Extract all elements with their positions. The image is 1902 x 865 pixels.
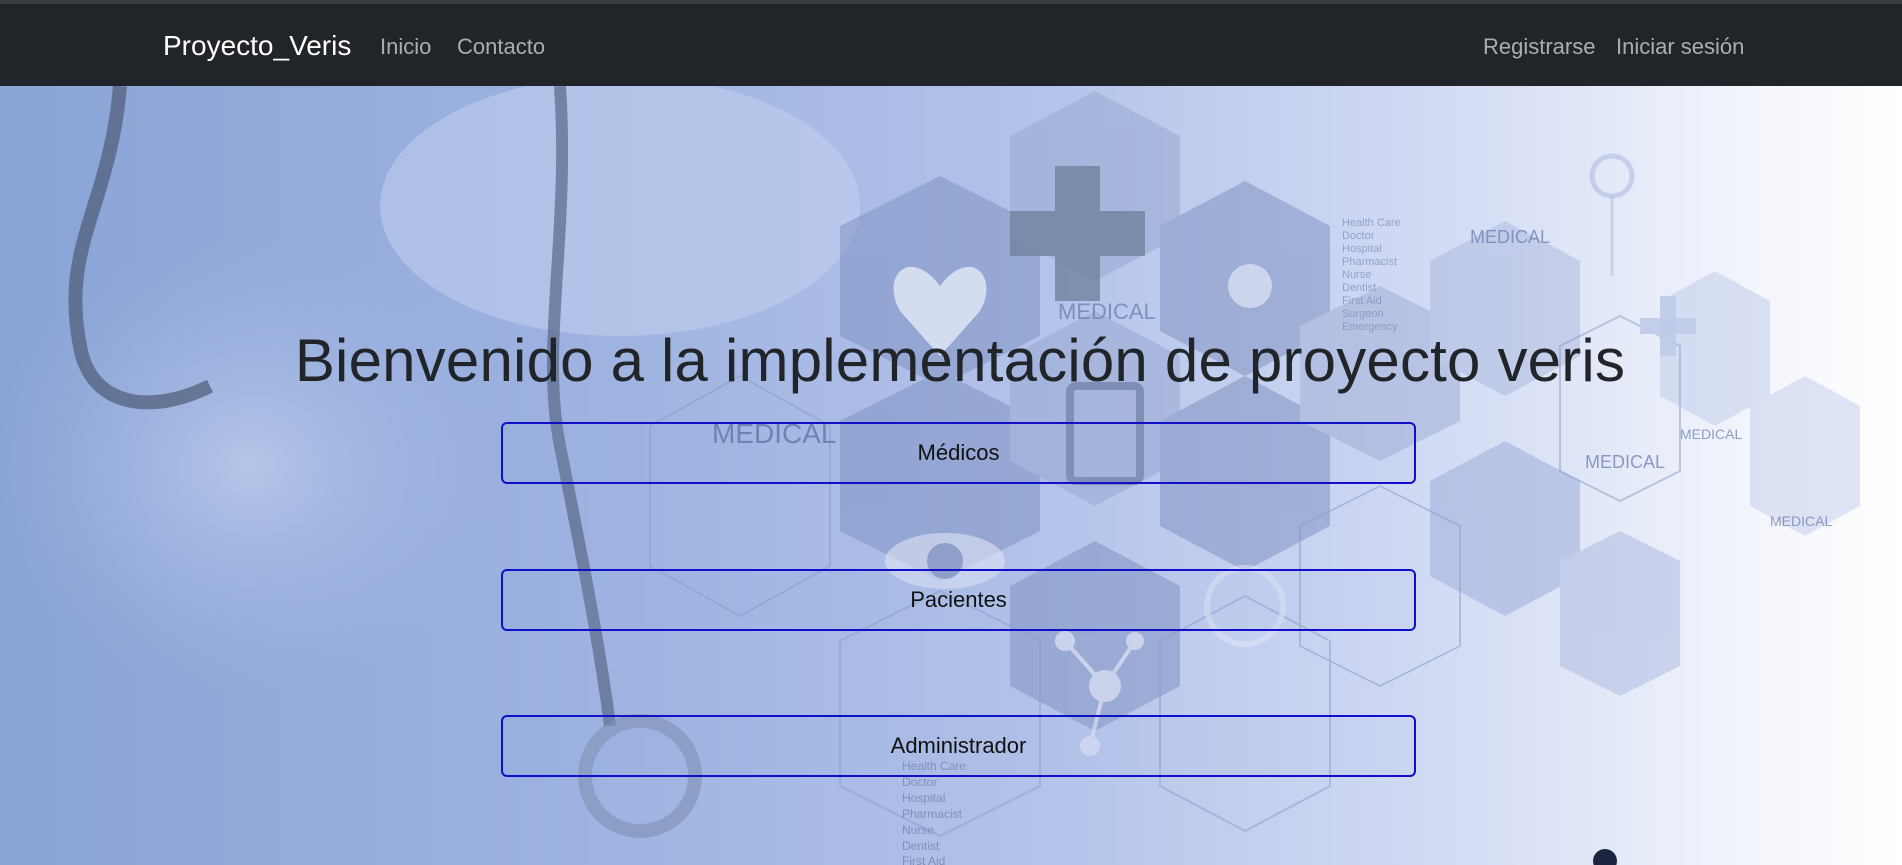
svg-text:Surgeon: Surgeon <box>1342 308 1384 320</box>
svg-text:MEDICAL: MEDICAL <box>1585 452 1665 472</box>
hexagon-syringe <box>1430 441 1580 616</box>
svg-text:Doctor: Doctor <box>1342 230 1375 242</box>
stethoscope-ring-icon <box>1589 153 1635 199</box>
svg-text:Pharmacist: Pharmacist <box>902 807 963 821</box>
administrador-button[interactable]: Administrador <box>501 715 1416 777</box>
nav-link-inicio[interactable]: Inicio <box>380 34 431 60</box>
doctor-icon <box>1228 264 1272 308</box>
medicos-button[interactable]: Médicos <box>501 422 1416 484</box>
svg-text:Hospital: Hospital <box>1342 243 1382 255</box>
svg-text:Pharmacist: Pharmacist <box>1342 256 1397 268</box>
svg-text:MEDICAL: MEDICAL <box>1770 513 1832 529</box>
svg-text:Dentist: Dentist <box>902 839 940 853</box>
nav-link-registrarse[interactable]: Registrarse <box>1483 34 1595 60</box>
brand-link[interactable]: Proyecto_Veris <box>163 30 351 62</box>
coat-shape <box>380 86 860 336</box>
page-title: Bienvenido a la implementación de proyec… <box>294 327 1626 394</box>
svg-text:Hospital: Hospital <box>902 791 945 805</box>
hero-section: MEDICAL MEDICAL MEDICAL MEDICAL MEDICAL … <box>0 86 1902 865</box>
hexagon-grid <box>840 91 1860 731</box>
hexagon-cross-right <box>1750 376 1860 536</box>
svg-text:MEDICAL: MEDICAL <box>1058 299 1156 324</box>
svg-text:MEDICAL: MEDICAL <box>1470 227 1550 247</box>
svg-text:Dentist: Dentist <box>1342 282 1376 294</box>
nav-link-contacto[interactable]: Contacto <box>457 34 545 60</box>
svg-text:First Aid: First Aid <box>1342 295 1382 307</box>
svg-text:First Aid: First Aid <box>902 854 945 865</box>
hexagon-capsule <box>1560 531 1680 696</box>
svg-text:Health Care: Health Care <box>1342 217 1401 229</box>
svg-text:Nurse: Nurse <box>902 823 934 837</box>
svg-text:Nurse: Nurse <box>1342 269 1371 281</box>
navbar: Proyecto_Veris Inicio Contacto Registrar… <box>0 4 1902 86</box>
svg-text:MEDICAL: MEDICAL <box>1680 426 1742 442</box>
svg-text:Doctor: Doctor <box>902 775 937 789</box>
nav-link-iniciar-sesion[interactable]: Iniciar sesión <box>1616 34 1744 60</box>
dark-dot <box>1593 849 1617 865</box>
pacientes-button[interactable]: Pacientes <box>501 569 1416 631</box>
